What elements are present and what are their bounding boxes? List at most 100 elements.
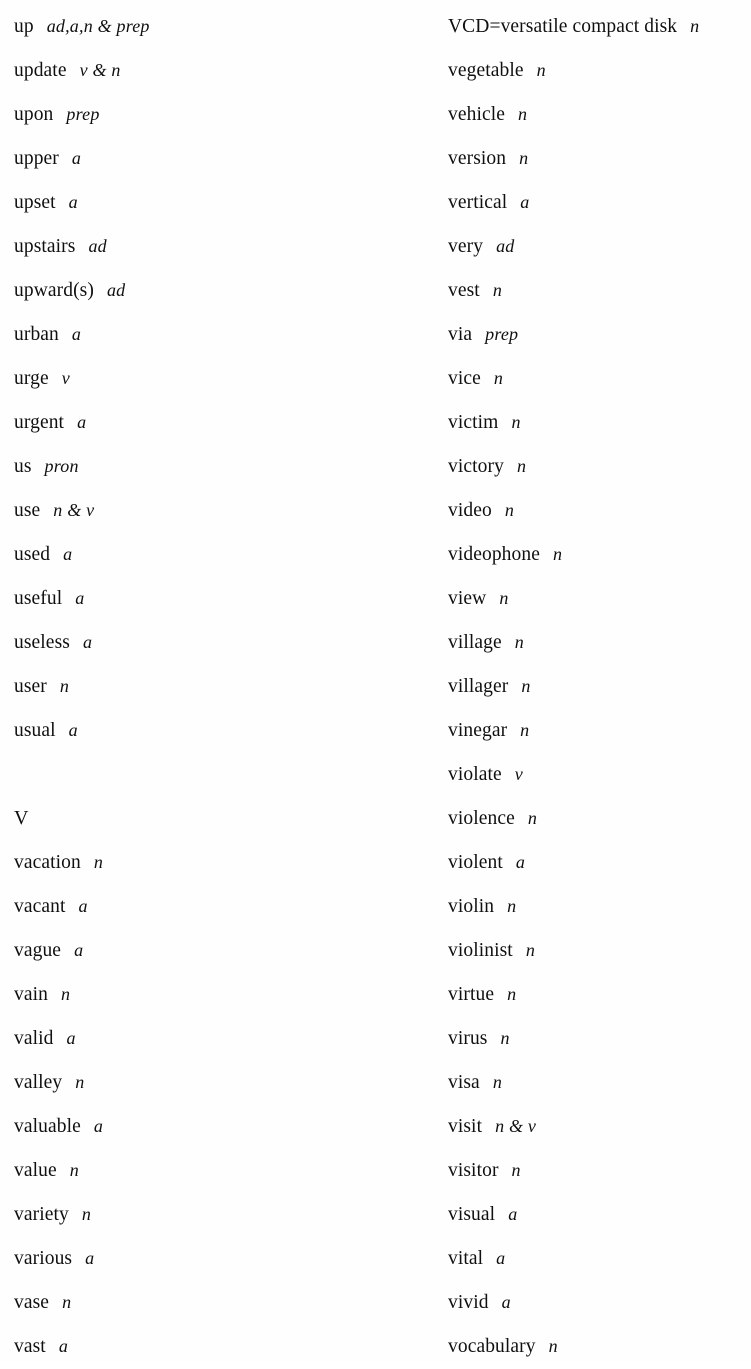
entry-word: VCD=versatile compact disk [448, 16, 678, 37]
entry-part-of-speech: prep [66, 104, 100, 124]
entry-part-of-speech: n [75, 1072, 85, 1092]
word-entry: urge v [14, 356, 344, 400]
entry-word: vice [448, 368, 481, 389]
word-entry: visitor n [448, 1148, 748, 1192]
entry-word: villager [448, 676, 509, 697]
entry-word: various [14, 1248, 73, 1269]
word-entry: violence n [448, 796, 748, 840]
word-entry: vase n [14, 1280, 344, 1324]
section-letter: V [14, 807, 29, 829]
entry-word: us [14, 456, 32, 477]
entry-word: up [14, 16, 34, 37]
word-entry: version n [448, 136, 748, 180]
entry-word: vehicle [448, 104, 506, 125]
entry-part-of-speech: n [81, 1204, 92, 1224]
entry-word: vest [448, 280, 480, 301]
word-entry: up ad,a,n & prep [14, 4, 344, 48]
entry-word: violence [448, 808, 515, 829]
entry-part-of-speech: a [508, 1204, 518, 1224]
entry-word: violate [448, 764, 502, 785]
word-entry: virtue n [448, 972, 748, 1016]
entry-part-of-speech: v [61, 368, 70, 388]
word-entry: valuable a [14, 1104, 344, 1148]
entry-part-of-speech: v [514, 764, 523, 784]
entry-part-of-speech: a [85, 1248, 95, 1268]
entry-part-of-speech: prep [485, 324, 519, 344]
entry-word: vinegar [448, 720, 508, 741]
entry-word: urban [14, 324, 59, 345]
word-entry: videophone n [448, 532, 748, 576]
entry-part-of-speech: n [521, 676, 531, 696]
word-entry: VCD=versatile compact disk n [448, 4, 748, 48]
entry-word: vase [14, 1292, 50, 1313]
entry-part-of-speech: n [507, 896, 517, 916]
word-entry: upstairs ad [14, 224, 344, 268]
entry-word: upward(s) [14, 280, 94, 301]
word-entry: village n [448, 620, 748, 664]
word-entry: view n [448, 576, 748, 620]
entry-part-of-speech: n [93, 852, 104, 872]
entry-word: useless [14, 632, 70, 653]
entry-part-of-speech: n [507, 984, 517, 1004]
word-entry: vacation n [14, 840, 344, 884]
word-entry: villager n [448, 664, 748, 708]
entry-word: user [14, 676, 47, 697]
word-entry: visual a [448, 1192, 748, 1236]
entry-part-of-speech: n [511, 412, 521, 432]
entry-word: upon [14, 104, 54, 125]
entry-part-of-speech: n [493, 368, 504, 388]
entry-word: visa [448, 1072, 480, 1093]
word-entry: use n & v [14, 488, 344, 532]
entry-part-of-speech: n [60, 984, 71, 1004]
word-entry: via prep [448, 312, 748, 356]
entry-part-of-speech: n [511, 1160, 521, 1180]
entry-word: vacation [14, 852, 81, 873]
word-entry: various a [14, 1236, 344, 1280]
entry-word: victory [448, 456, 504, 477]
word-entry: value n [14, 1148, 344, 1192]
entry-part-of-speech: a [82, 632, 93, 652]
word-entry: virus n [448, 1016, 748, 1060]
entry-part-of-speech: n [69, 1160, 79, 1180]
entry-part-of-speech: n [62, 1292, 72, 1312]
entry-part-of-speech: a [71, 324, 82, 344]
word-entry: victim n [448, 400, 748, 444]
entry-part-of-speech: a [77, 412, 87, 432]
entry-word: vague [14, 940, 62, 961]
entry-word: value [14, 1160, 57, 1181]
word-entry: very ad [448, 224, 748, 268]
word-entry: urban a [14, 312, 344, 356]
entry-part-of-speech: n & v [53, 500, 95, 520]
word-entry: valid a [14, 1016, 344, 1060]
word-entry: vivid a [448, 1280, 748, 1324]
word-entry: urgent a [14, 400, 344, 444]
entry-part-of-speech: a [71, 148, 82, 168]
word-entry: upward(s) ad [14, 268, 344, 312]
word-entry: vital a [448, 1236, 748, 1280]
entry-word: virus [448, 1028, 488, 1049]
word-entry: vinegar n [448, 708, 748, 752]
entry-word: valid [14, 1028, 54, 1049]
entry-part-of-speech: n [492, 1072, 503, 1092]
entry-part-of-speech: ad [496, 236, 515, 256]
entry-part-of-speech: a [520, 192, 530, 212]
word-entry: visit n & v [448, 1104, 748, 1148]
entry-part-of-speech: n [520, 720, 530, 740]
entry-part-of-speech: n [504, 500, 515, 520]
entry-part-of-speech: a [515, 852, 526, 872]
entry-part-of-speech: a [93, 1116, 104, 1136]
entry-word: via [448, 324, 473, 345]
entry-word: urge [14, 368, 49, 389]
entry-part-of-speech: n [552, 544, 563, 564]
right-word-column: VCD=versatile compact disk n vegetable n veh… [448, 0, 748, 1368]
entry-part-of-speech: n & v [495, 1116, 537, 1136]
entry-word: valley [14, 1072, 63, 1093]
word-entry: valley n [14, 1060, 344, 1104]
entry-word: used [14, 544, 51, 565]
word-entry: vest n [448, 268, 748, 312]
entry-word: update [14, 60, 67, 81]
entry-word: visit [448, 1116, 483, 1137]
entry-part-of-speech: a [66, 1028, 76, 1048]
word-entry: visa n [448, 1060, 748, 1104]
entry-word: urgent [14, 412, 65, 433]
